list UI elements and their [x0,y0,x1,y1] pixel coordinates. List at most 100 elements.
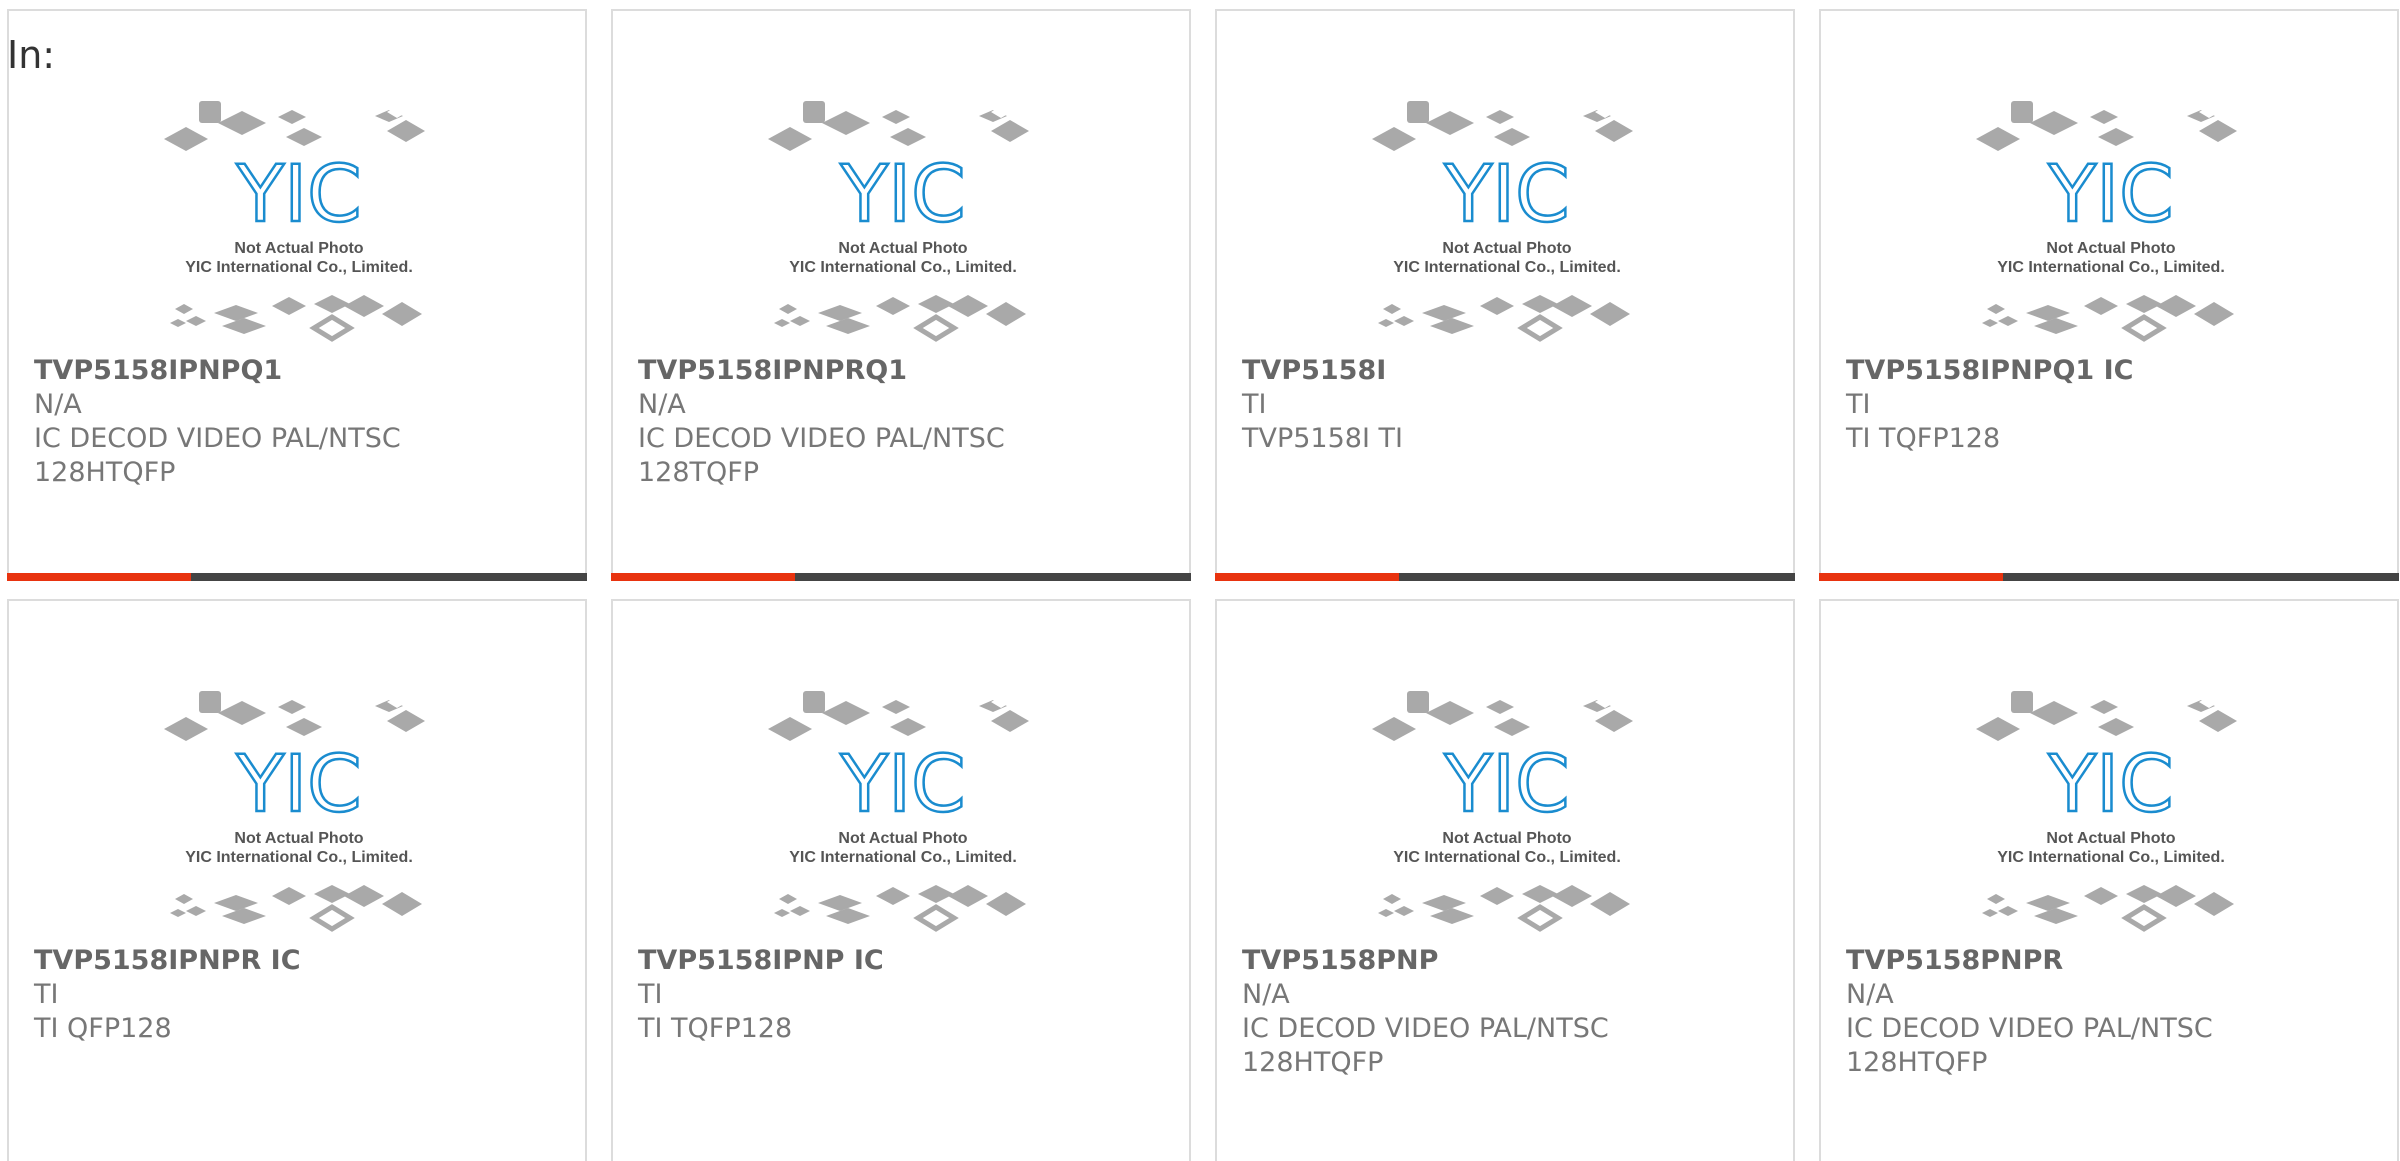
chip-shape [2026,305,2070,321]
chip-shape [822,111,870,135]
product-card[interactable]: YIC Not Actual Photo YIC International Co.… [1215,599,1795,1161]
manufacturer: TI [638,979,663,1010]
chip-shape [1407,691,1429,713]
chip-shape [1486,700,1514,714]
photo-caption: Not Actual Photo [2046,830,2175,847]
chip-shape [1486,110,1514,124]
chip-shape [882,700,910,714]
chip-shape [890,128,926,146]
chip-shape [779,304,797,314]
part-number: TVP5158PNPR [1846,945,2064,976]
product-card[interactable]: YIC Not Actual Photo YIC International Co.… [1819,9,2399,581]
chip-shape [1982,909,1998,917]
chip-shape [314,295,350,313]
bar-accent [1819,573,2003,581]
chip-shape [214,895,258,911]
photo-caption: YIC International Co., Limited. [1393,849,1621,866]
chip-shape [826,318,870,334]
chip-shape [2194,302,2234,326]
chip-shape [818,895,862,911]
manufacturer: TI [1242,389,1267,420]
photo-caption: YIC International Co., Limited. [185,849,413,866]
chip-shape [382,302,422,326]
chip-shape [387,710,425,732]
chip-shape [1998,906,2018,916]
product-card[interactable]: YIC Not Actual Photo YIC International Co.… [611,9,1191,581]
manufacturer: N/A [1242,979,1290,1010]
chip-shape [2194,892,2234,916]
chip-shape [199,101,221,123]
chip-shape [2121,314,2167,342]
chip-shape [826,908,870,924]
chip-shape [918,295,954,313]
product-info: TVP5158IPNPQ1 IC TI TI TQFP128 [1846,354,2377,456]
chip-shape [175,894,193,904]
product-card[interactable]: YIC Not Actual Photo YIC International Co.… [611,599,1191,1161]
chip-shape [1987,894,2005,904]
yic-logo: YIC [839,740,965,830]
not-actual-photo-image: YICNot Actual Photo YIC International Co.… [768,691,1029,932]
part-number: TVP5158IPNP IC [638,945,884,976]
photo-caption: Not Actual Photo [1442,240,1571,257]
chip-shape [186,906,206,916]
chip-shape [1378,319,1394,327]
chip-shape [882,110,910,124]
product-info: TVP5158IPNPRQ1 N/A IC DECOD VIDEO PAL/NT… [638,354,1169,490]
not-actual-photo-image: YICNot Actual Photo YIC International Co.… [1976,101,2237,342]
chip-shape [2199,120,2237,142]
chip-shape [790,316,810,326]
product-card[interactable]: YIC Not Actual Photo YIC International Co.… [1819,599,2399,1161]
photo-caption: Not Actual Photo [838,240,967,257]
bar-accent [7,573,191,581]
chip-shape [986,302,1026,326]
chip-shape [272,887,306,905]
photo-caption: Not Actual Photo [1442,830,1571,847]
chip-shape [1595,710,1633,732]
product-grid: YIC Not Actual Photo YIC International Co.… [7,9,2399,1161]
yic-logo: YIC [2047,740,2173,830]
chip-shape [1590,892,1630,916]
product-card[interactable]: YIC Not Actual Photo YIC International Co.… [7,9,587,581]
chip-shape [2034,908,2078,924]
chip-shape [1590,302,1630,326]
chip-shape [790,906,810,916]
photo-caption: Not Actual Photo [2046,240,2175,257]
bar-rest [191,573,587,581]
yic-logo: YIC [1443,150,1569,240]
chip-shape [890,718,926,736]
manufacturer: N/A [1846,979,1894,1010]
chip-shape [2156,295,2196,317]
chip-shape [774,909,790,917]
card-bottom-bar [611,573,1191,581]
chip-shape [2084,887,2118,905]
chip-shape [314,885,350,903]
chip-shape [1378,909,1394,917]
chip-shape [222,318,266,334]
photo-caption: Not Actual Photo [838,830,967,847]
bar-rest [795,573,1191,581]
chip-shape [1426,111,1474,135]
chip-shape [768,127,812,151]
chip-shape [1372,127,1416,151]
chip-shape [2011,101,2033,123]
chip-shape [1552,295,1592,317]
chip-shape [913,314,959,342]
description: IC DECOD VIDEO PAL/NTSC [34,423,401,454]
yic-logo: YIC [235,740,361,830]
chip-shape [948,885,988,907]
not-actual-photo-image: YICNot Actual Photo YIC International Co.… [1976,691,2237,932]
product-info: TVP5158PNPR N/A IC DECOD VIDEO PAL/NTSC … [1846,944,2377,1080]
chip-shape [2030,111,2078,135]
chip-shape [779,894,797,904]
bar-rest [2003,573,2399,581]
chip-shape [164,127,208,151]
product-card[interactable]: YIC Not Actual Photo YIC International Co.… [7,599,587,1161]
part-number: TVP5158I [1242,355,1387,386]
chip-shape [1552,885,1592,907]
chip-shape [1430,318,1474,334]
product-card[interactable]: YIC Not Actual Photo YIC International Co.… [1215,9,1795,581]
chip-shape [2084,297,2118,315]
product-info: TVP5158IPNP IC TI TI TQFP128 [638,944,1169,1046]
not-actual-photo-image: YICNot Actual Photo YIC International Co.… [164,691,425,932]
chip-shape [768,717,812,741]
